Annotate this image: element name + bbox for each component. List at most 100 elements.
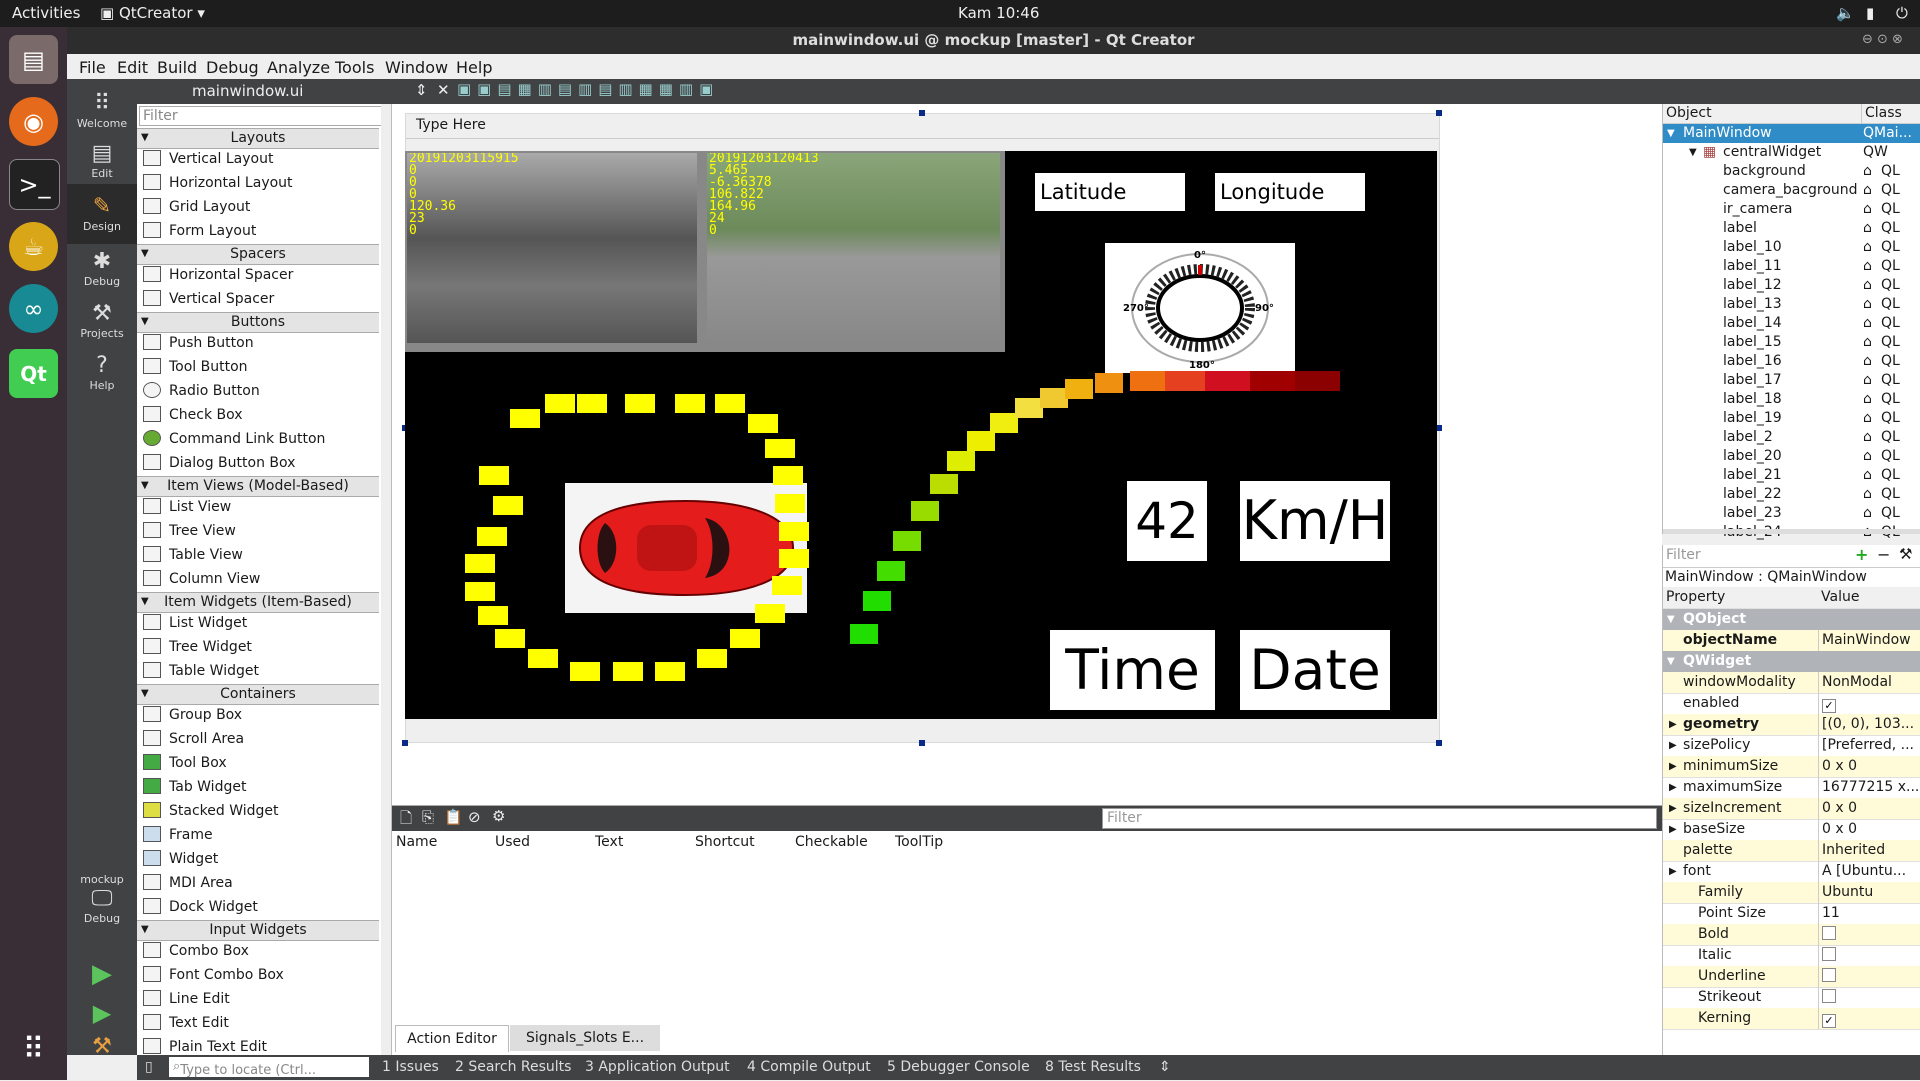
resize-handle[interactable] bbox=[1436, 110, 1442, 116]
property-filter-input[interactable]: Filter bbox=[1666, 547, 1701, 563]
category-input-widgets[interactable]: ▼ Input Widgets bbox=[137, 920, 379, 941]
tree-item-mainwindow[interactable]: ▼ MainWindow QMai... bbox=[1663, 124, 1920, 143]
teapot-icon[interactable]: ☕ bbox=[9, 222, 58, 271]
property-row[interactable]: ▶ maximumSize 16777215 x... bbox=[1663, 777, 1920, 799]
tab-signals-slots[interactable]: Signals_Slots E... bbox=[510, 1025, 660, 1051]
delete-action-icon[interactable]: ⊘ bbox=[468, 808, 481, 826]
property-value[interactable]: 0 x 0 bbox=[1818, 819, 1920, 840]
tree-item[interactable]: ir_camera ⌂ QL bbox=[1663, 200, 1920, 219]
form-menubar[interactable]: Type Here bbox=[406, 114, 1439, 139]
property-value[interactable]: Ubuntu bbox=[1818, 882, 1920, 903]
widget-combo-box[interactable]: Combo Box bbox=[143, 940, 249, 962]
property-row[interactable]: Underline bbox=[1663, 966, 1920, 988]
copy-action-icon[interactable]: ⎘ bbox=[422, 808, 434, 826]
debug-run-icon[interactable]: ▶ bbox=[67, 999, 137, 1027]
tree-item[interactable]: label_19 ⌂ QL bbox=[1663, 409, 1920, 428]
resize-handle[interactable] bbox=[919, 740, 925, 746]
property-row[interactable]: Strikeout bbox=[1663, 987, 1920, 1009]
widget-tool-button[interactable]: Tool Button bbox=[143, 356, 248, 378]
col-checkable[interactable]: Checkable bbox=[795, 834, 868, 850]
widget-text-edit[interactable]: Text Edit bbox=[143, 1012, 229, 1034]
property-row[interactable]: Bold bbox=[1663, 924, 1920, 946]
kit-selector[interactable]: mockup 🖵 Debug bbox=[67, 873, 137, 925]
property-row[interactable]: ▶ geometry [(0, 0), 103... bbox=[1663, 714, 1920, 736]
property-value[interactable]: MainWindow bbox=[1818, 630, 1920, 651]
property-checkbox[interactable] bbox=[1822, 926, 1836, 940]
document-combo-arrow-icon[interactable]: ⇕ bbox=[415, 81, 428, 99]
property-row[interactable]: palette Inherited bbox=[1663, 840, 1920, 862]
property-row[interactable]: windowModality NonModal bbox=[1663, 672, 1920, 694]
pane-compile-output[interactable]: 4 Compile Output bbox=[747, 1059, 871, 1075]
property-value[interactable]: Inherited bbox=[1818, 840, 1920, 861]
property-row[interactable]: Point Size 11 bbox=[1663, 903, 1920, 925]
tree-item[interactable]: background ⌂ QL bbox=[1663, 162, 1920, 181]
col-class[interactable]: Class bbox=[1861, 104, 1902, 123]
tree-item[interactable]: label_14 ⌂ QL bbox=[1663, 314, 1920, 333]
property-value[interactable]: [(0, 0), 103... bbox=[1818, 714, 1920, 735]
menu-tools[interactable]: Tools bbox=[335, 58, 374, 77]
window-controls[interactable]: ⊖ ⊙ ⊗ bbox=[1862, 32, 1903, 47]
widget-horizontal-spacer[interactable]: Horizontal Spacer bbox=[143, 264, 293, 286]
dashboard-background[interactable]: 20191203115915 0 0 0 120.36 23 0 2019120… bbox=[405, 151, 1437, 719]
menu-analyze[interactable]: Analyze bbox=[267, 58, 330, 77]
menu-edit[interactable]: Edit bbox=[117, 58, 148, 77]
locator-input[interactable]: ⌕ Type to locate (Ctrl... bbox=[169, 1057, 369, 1078]
widget-push-button[interactable]: Push Button bbox=[143, 332, 254, 354]
tree-item[interactable]: label_11 ⌂ QL bbox=[1663, 257, 1920, 276]
property-row[interactable]: Family Ubuntu bbox=[1663, 882, 1920, 904]
tree-item[interactable]: label ⌂ QL bbox=[1663, 219, 1920, 238]
mode-debug[interactable]: ✱ Debug bbox=[67, 249, 137, 288]
speed-value[interactable]: 42 bbox=[1127, 481, 1207, 561]
activities-button[interactable]: Activities bbox=[12, 4, 80, 22]
widget-group-box[interactable]: Group Box bbox=[143, 704, 242, 726]
col-shortcut[interactable]: Shortcut bbox=[695, 834, 755, 850]
longitude-label[interactable]: Longitude bbox=[1215, 173, 1365, 211]
property-row[interactable]: Kerning ✓ bbox=[1663, 1008, 1920, 1030]
show-apps-icon[interactable]: ⠿ bbox=[9, 1025, 58, 1074]
volume-icon[interactable]: 🔈 bbox=[1836, 4, 1855, 22]
property-value[interactable]: 0 x 0 bbox=[1818, 756, 1920, 777]
widget-radio-button[interactable]: Radio Button bbox=[143, 380, 260, 402]
menu-file[interactable]: File bbox=[79, 58, 106, 77]
tree-item[interactable]: label_21 ⌂ QL bbox=[1663, 466, 1920, 485]
property-value[interactable]: A [Ubuntu... bbox=[1818, 861, 1920, 882]
property-value[interactable] bbox=[1818, 945, 1920, 966]
widget-table-widget[interactable]: Table Widget bbox=[143, 660, 259, 682]
col-name[interactable]: Name bbox=[396, 834, 437, 850]
tree-item[interactable]: label_16 ⌂ QL bbox=[1663, 352, 1920, 371]
property-group[interactable]: ▼ QObject bbox=[1663, 609, 1920, 631]
pane-application-output[interactable]: 3 Application Output bbox=[585, 1059, 730, 1075]
col-object[interactable]: Object bbox=[1666, 104, 1712, 123]
widget-tree-view[interactable]: Tree View bbox=[143, 520, 236, 542]
menu-debug[interactable]: Debug bbox=[206, 58, 259, 77]
tree-item[interactable]: label_10 ⌂ QL bbox=[1663, 238, 1920, 257]
category-item-views[interactable]: ▼ Item Views (Model-Based) bbox=[137, 476, 379, 497]
menu-build[interactable]: Build bbox=[157, 58, 197, 77]
widget-stacked-widget[interactable]: Stacked Widget bbox=[143, 800, 279, 822]
col-value[interactable]: Value bbox=[1821, 587, 1859, 608]
pane-debugger-console[interactable]: 5 Debugger Console bbox=[887, 1059, 1030, 1075]
col-used[interactable]: Used bbox=[495, 834, 530, 850]
widget-box-scrollbar[interactable] bbox=[381, 104, 391, 1055]
col-text[interactable]: Text bbox=[595, 834, 623, 850]
resize-handle[interactable] bbox=[919, 110, 925, 116]
tree-item[interactable]: label_17 ⌂ QL bbox=[1663, 371, 1920, 390]
tree-item[interactable]: label_18 ⌂ QL bbox=[1663, 390, 1920, 409]
widget-mdi-area[interactable]: MDI Area bbox=[143, 872, 233, 894]
category-buttons[interactable]: ▼ Buttons bbox=[137, 312, 379, 333]
pane-test-results[interactable]: 8 Test Results bbox=[1045, 1059, 1141, 1075]
widget-table-view[interactable]: Table View bbox=[143, 544, 243, 566]
menu-help[interactable]: Help bbox=[456, 58, 492, 77]
widget-widget[interactable]: Widget bbox=[143, 848, 218, 870]
property-row[interactable]: ▶ font A [Ubuntu... bbox=[1663, 861, 1920, 883]
property-checkbox[interactable] bbox=[1822, 968, 1836, 982]
tree-item[interactable]: label_2 ⌂ QL bbox=[1663, 428, 1920, 447]
terminal-icon[interactable]: >_ bbox=[9, 159, 60, 210]
widget-font-combo-box[interactable]: Font Combo Box bbox=[143, 964, 284, 986]
col-property[interactable]: Property bbox=[1666, 587, 1725, 608]
property-value[interactable]: [Preferred, ... bbox=[1818, 735, 1920, 756]
property-row[interactable]: objectName MainWindow bbox=[1663, 630, 1920, 652]
build-icon[interactable]: ⚒ bbox=[67, 1034, 137, 1059]
add-property-icon[interactable]: + bbox=[1855, 545, 1868, 564]
mode-help[interactable]: ? Help bbox=[67, 353, 137, 392]
